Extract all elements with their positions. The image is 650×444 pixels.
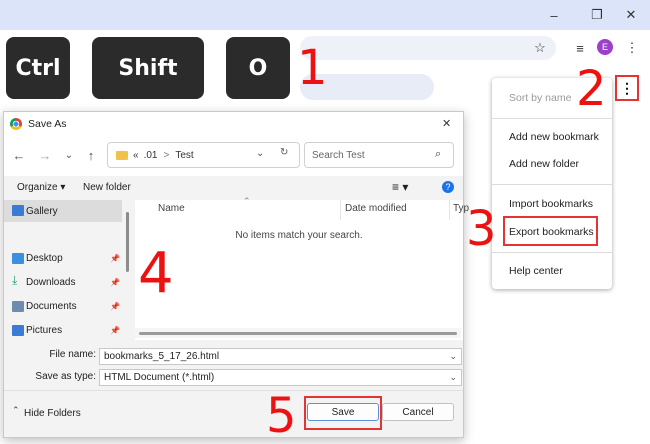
nav-item-label: Downloads [26,276,76,288]
scrollbar-thumb[interactable] [139,332,457,335]
help-icon[interactable]: ? [442,181,454,193]
nav-item-pictures[interactable]: Pictures 📌 [4,319,122,341]
breadcrumb-segment-01[interactable]: .01 [144,150,158,161]
menu-divider [492,252,612,253]
pictures-icon [12,325,24,336]
pin-icon[interactable]: 📌 [110,254,120,263]
address-bar[interactable] [300,36,556,60]
documents-icon [12,301,24,312]
file-list[interactable]: Name ⌃ Date modified Typ No items match … [135,196,469,340]
step-5-label: 5 [266,388,297,444]
menu-divider [492,184,612,185]
pin-icon[interactable]: 📌 [110,326,120,335]
new-folder-button[interactable]: New folder [83,182,131,193]
nav-item-label: Documents [26,300,77,312]
desktop-icon [12,253,24,264]
chevron-down-icon[interactable]: ⌄ [449,372,457,383]
dialog-close-icon[interactable]: ✕ [442,117,451,130]
download-arrow-icon: ⤓ [12,273,18,287]
minimize-button[interactable]: – [545,6,563,24]
more-options-icon[interactable]: ⋮ [615,75,639,101]
key-o: O [226,37,290,99]
file-name-input[interactable]: bookmarks_5_17_26.html ⌄ [99,348,462,365]
breadcrumb-overflow[interactable]: « [133,150,139,161]
hide-folders-button[interactable]: Hide Folders [24,408,81,419]
dialog-command-bar: Organize ▾ New folder ≡ ▾ ? [4,176,463,200]
cancel-button[interactable]: Cancel [382,403,454,421]
reading-list-icon[interactable]: ≡ [570,38,590,58]
step-2-label: 2 [576,61,607,117]
export-highlight-box [503,216,598,246]
step-1-label: 1 [297,40,328,96]
address-dropdown-chevron-icon[interactable]: ⌄ [256,148,264,159]
save-as-dialog: Save As ✕ ← → ⌄ ↑ « .01 > Test ⌄ ↻ Searc… [3,111,469,438]
gallery-icon [12,205,24,216]
nav-item-gallery[interactable]: Gallery [4,200,122,222]
key-shift: Shift [92,37,204,99]
chrome-menu-icon[interactable]: ⋮ [622,38,642,58]
nav-item-desktop[interactable]: Desktop 📌 [4,247,122,269]
sort-caret-icon: ⌃ [243,196,251,206]
column-header-name[interactable]: Name [158,203,185,214]
dialog-navigation-bar: ← → ⌄ ↑ « .01 > Test ⌄ ↻ Search Test ⌕ [4,136,463,176]
column-header-type[interactable]: Typ [453,203,469,214]
step-3-label: 3 [466,201,497,257]
empty-state-message: No items match your search. [235,230,363,241]
navigation-pane: Gallery Desktop 📌 ⤓ Downloads 📌 Document… [4,200,130,340]
navigation-pane-scrollbar[interactable] [126,212,129,272]
close-window-button[interactable]: ✕ [622,6,640,24]
dialog-footer: ⌃ Hide Folders Save Cancel [4,390,463,437]
column-header-date-modified[interactable]: Date modified [345,203,407,214]
nav-item-label: Pictures [26,324,63,336]
avatar[interactable]: E [597,39,613,55]
chevron-up-icon[interactable]: ⌃ [12,405,20,416]
search-placeholder: Search Test [312,149,365,161]
nav-item-label: Gallery [26,205,58,217]
nav-item-label: Desktop [26,252,63,264]
save-as-type-select[interactable]: HTML Document (*.html) ⌄ [99,369,462,386]
nav-item-documents[interactable]: Documents 📌 [4,295,122,317]
file-name-value: bookmarks_5_17_26.html [104,351,220,362]
star-icon[interactable]: ☆ [530,38,550,58]
menu-item-import-bookmarks[interactable]: Import bookmarks [492,191,612,217]
step-4-label: 4 [138,241,174,306]
pin-icon[interactable]: 📌 [110,302,120,311]
breadcrumb-separator: > [163,149,170,161]
nav-item-downloads[interactable]: ⤓ Downloads 📌 [4,271,122,293]
breadcrumb-segment-test[interactable]: Test [175,150,193,161]
dialog-titlebar: Save As ✕ [4,112,463,136]
menu-item-help-center[interactable]: Help center [492,258,612,284]
recent-locations-chevron-icon[interactable]: ⌄ [60,146,78,164]
search-input[interactable]: Search Test ⌕ [304,142,454,168]
save-highlight-box [304,396,382,430]
organize-button[interactable]: Organize ▾ [17,182,65,193]
pin-icon[interactable]: 📌 [110,278,120,287]
forward-arrow-icon[interactable]: → [36,146,54,164]
key-ctrl: Ctrl [6,37,70,99]
chevron-down-icon[interactable]: ⌄ [449,351,457,362]
folder-icon [116,150,128,160]
save-fields: File name: bookmarks_5_17_26.html ⌄ Save… [4,340,463,390]
save-as-type-label: Save as type: [35,371,96,382]
menu-divider [492,118,612,119]
refresh-icon[interactable]: ↻ [280,147,288,158]
save-as-type-value: HTML Document (*.html) [104,372,215,383]
up-arrow-icon[interactable]: ↑ [82,146,100,164]
dialog-title: Save As [28,118,67,130]
search-icon[interactable]: ⌕ [435,148,441,161]
column-divider[interactable] [449,200,450,220]
column-divider[interactable] [340,200,341,220]
chrome-logo-icon [10,118,22,130]
menu-item-add-new-bookmark[interactable]: Add new bookmark [492,124,612,150]
restore-button[interactable]: ❐ [588,6,606,24]
breadcrumb[interactable]: « .01 > Test ⌄ ↻ [107,142,300,168]
back-arrow-icon[interactable]: ← [10,146,28,164]
view-options-icon[interactable]: ≡ ▾ [392,180,408,194]
horizontal-scrollbar[interactable] [135,328,461,338]
menu-item-add-new-folder[interactable]: Add new folder [492,151,612,177]
file-name-label: File name: [49,349,96,360]
